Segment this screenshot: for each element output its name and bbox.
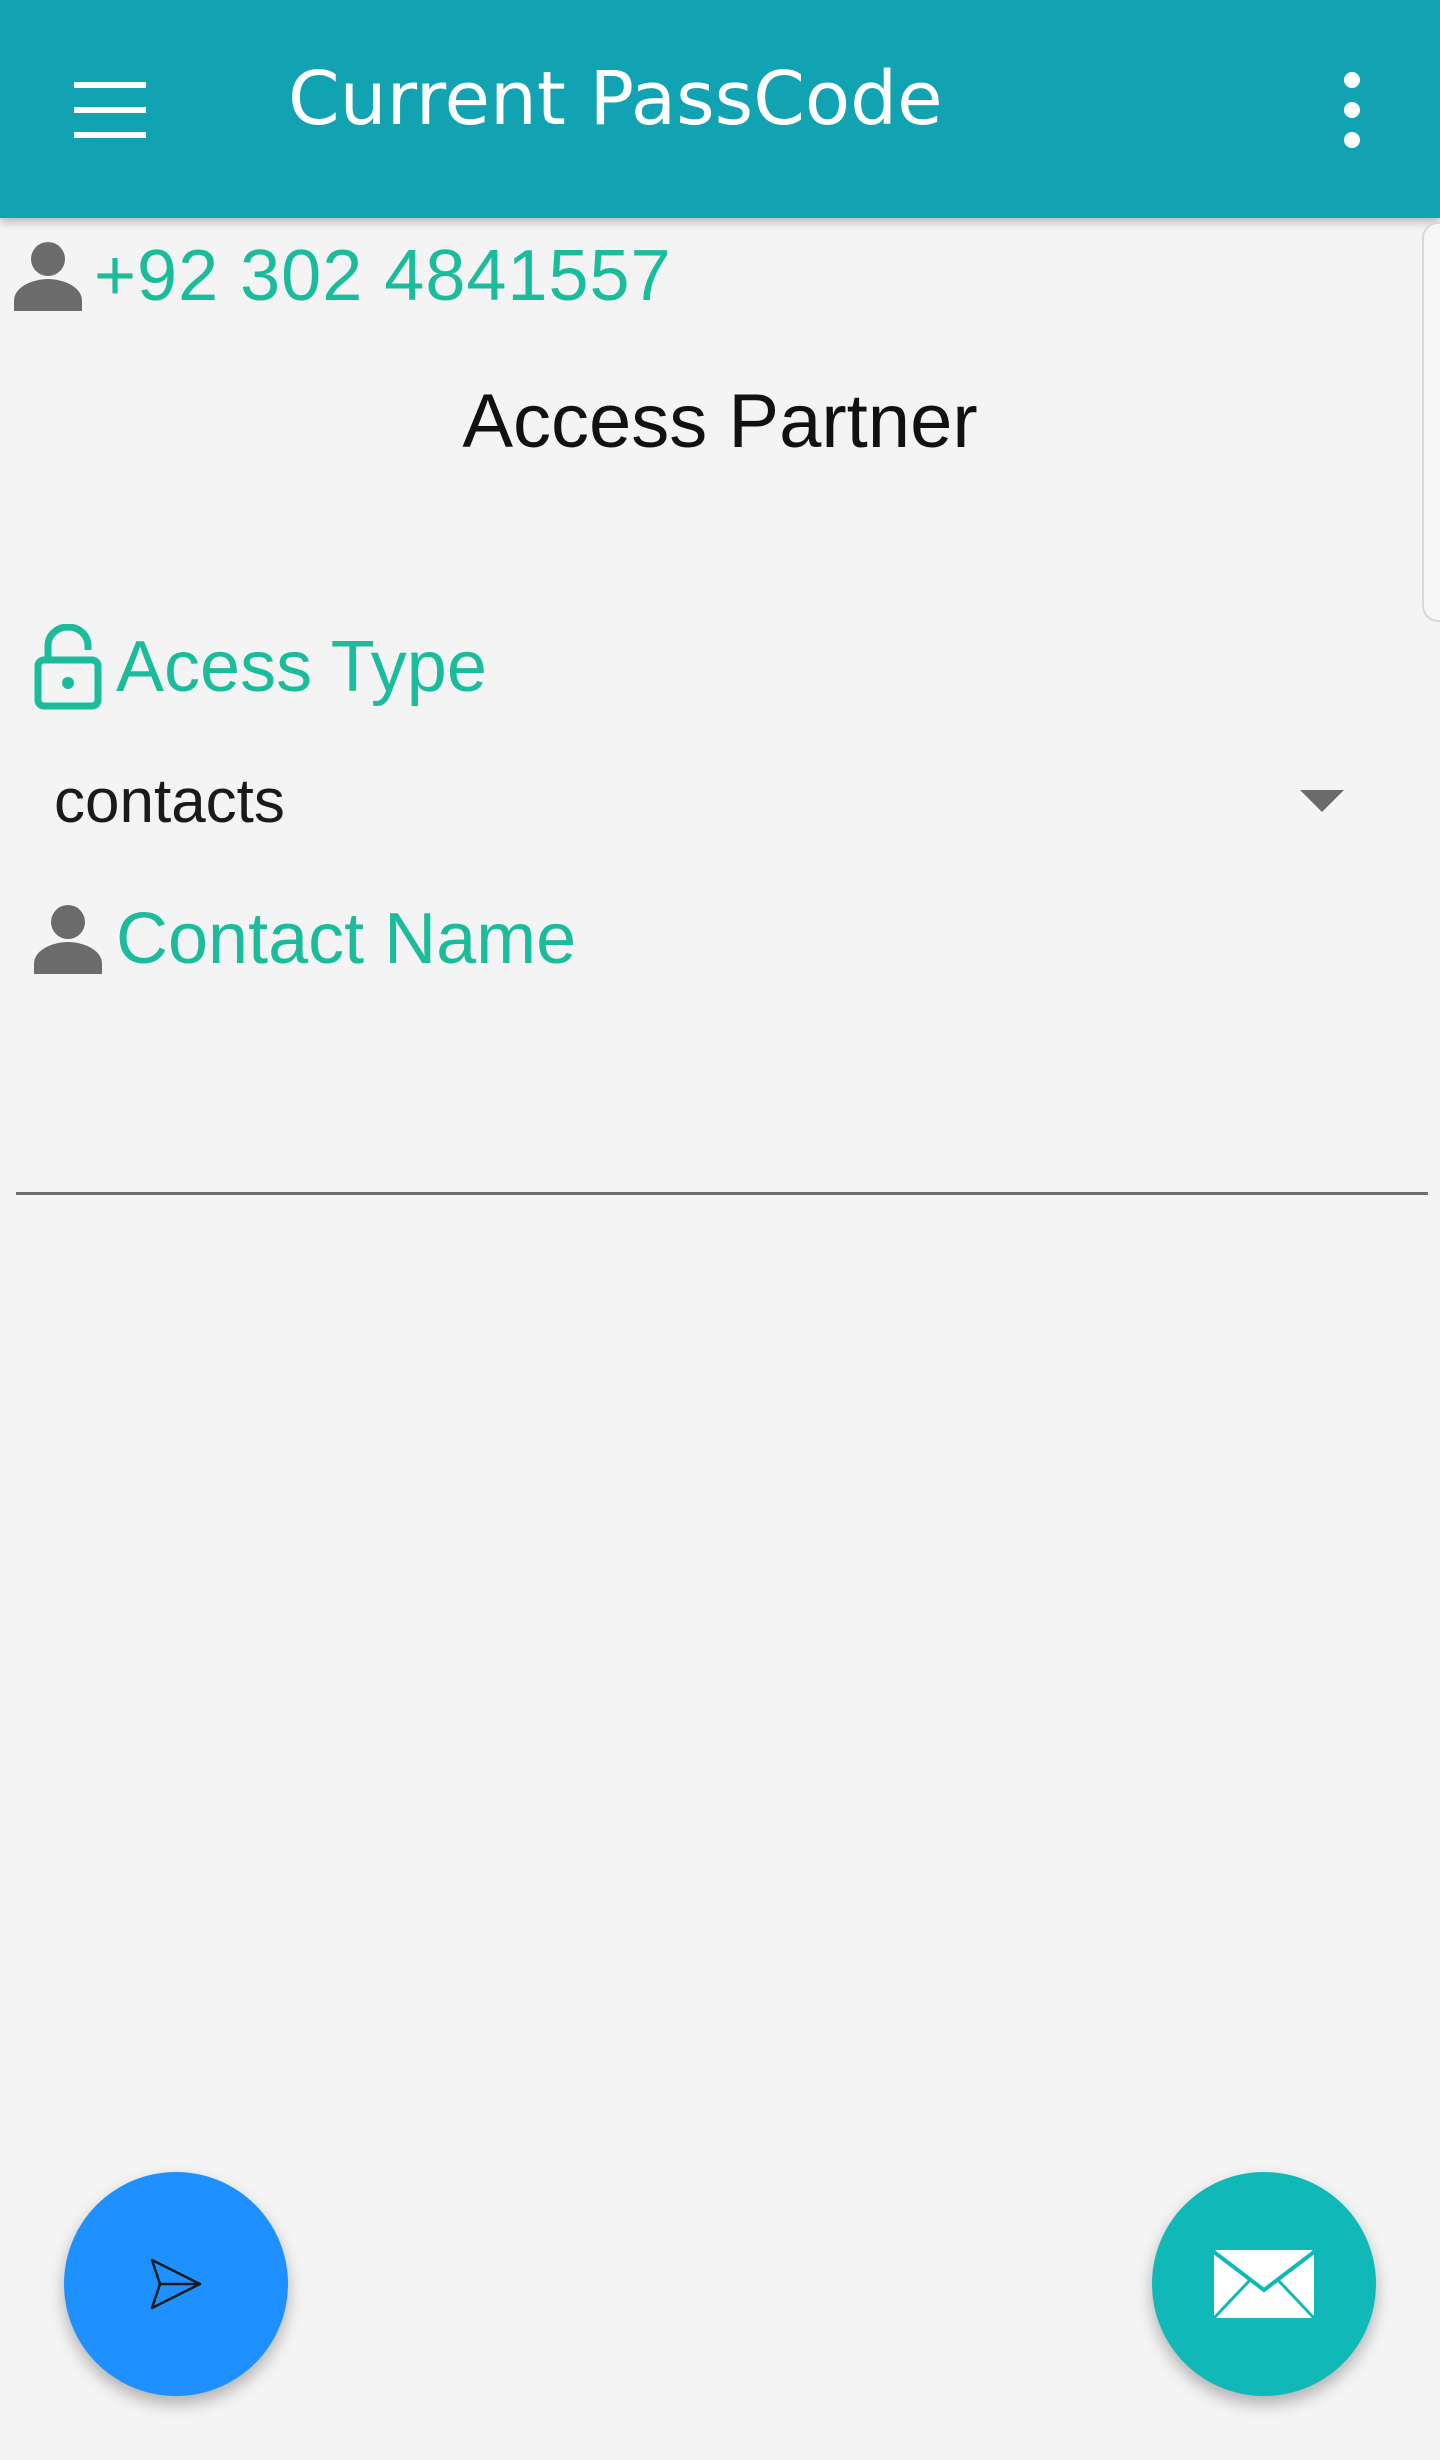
access-type-selected-value: contacts <box>54 767 285 836</box>
mail-fab[interactable] <box>1152 2172 1376 2396</box>
person-icon <box>14 242 82 311</box>
dropdown-arrow-icon <box>1300 790 1344 812</box>
app-title: Current PassCode <box>288 56 943 142</box>
access-type-dropdown[interactable]: contacts <box>40 752 1360 852</box>
more-vert-icon <box>1344 72 1360 148</box>
contact-name-input[interactable] <box>16 1000 1428 1195</box>
lock-open-icon <box>34 624 102 710</box>
access-type-label: Acess Type <box>34 622 487 712</box>
mail-icon <box>1212 2250 1316 2320</box>
phone-number: +92 302 4841557 <box>94 236 672 316</box>
overflow-menu-button[interactable] <box>1322 70 1382 150</box>
hamburger-menu-icon <box>74 82 146 138</box>
contact-name-label: Contact Name <box>34 894 576 984</box>
contact-name-label-text: Contact Name <box>116 899 577 979</box>
person-icon <box>34 905 102 974</box>
app-bar: Current PassCode <box>0 0 1440 218</box>
user-phone-row: +92 302 4841557 <box>14 236 672 316</box>
section-title: Access Partner <box>462 379 978 464</box>
menu-button[interactable] <box>60 70 160 150</box>
send-icon <box>150 2258 202 2310</box>
access-type-label-text: Acess Type <box>116 627 487 707</box>
send-fab[interactable] <box>64 2172 288 2396</box>
